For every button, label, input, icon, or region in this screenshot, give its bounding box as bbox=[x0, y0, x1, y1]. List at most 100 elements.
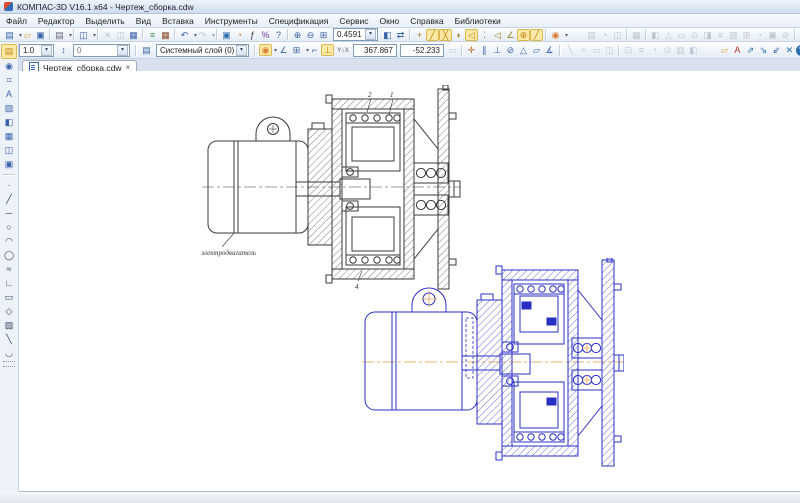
fx-icon[interactable]: ƒ bbox=[246, 29, 259, 41]
library-tool-icon-2[interactable]: ⇘ bbox=[757, 44, 770, 56]
chevron-down-icon[interactable]: ▾ bbox=[365, 29, 376, 40]
tangent-constraint-icon[interactable]: ⊘ bbox=[504, 44, 517, 56]
inactive-tool-icon-1[interactable]: ▤ bbox=[585, 29, 598, 41]
snap-grid-icon[interactable]: ⁚ bbox=[478, 29, 491, 41]
inactive-param-icon-10[interactable]: ◧ bbox=[687, 44, 700, 56]
copy-icon[interactable]: ◫ bbox=[114, 29, 127, 41]
panel-drag-handle[interactable] bbox=[3, 361, 15, 367]
inactive-tool-icon-9[interactable]: ◨ bbox=[701, 29, 714, 41]
angle-snap-icon[interactable]: ∠ bbox=[277, 44, 290, 56]
inactive-param-icon-4[interactable]: ◫ bbox=[603, 44, 616, 56]
new-document-icon[interactable]: ▤ bbox=[3, 29, 22, 42]
snap-pencil-icon[interactable]: ╱ bbox=[530, 28, 543, 41]
menu-view[interactable]: Вид bbox=[136, 16, 151, 26]
inactive-tool-icon-13[interactable]: ◔ bbox=[753, 29, 766, 41]
magnet-snaps-icon[interactable]: ◉ bbox=[259, 44, 277, 56]
parametrization-panel-icon[interactable]: ◧ bbox=[2, 116, 16, 129]
geometry-panel-icon[interactable]: ◉ bbox=[2, 60, 16, 73]
chevron-down-icon[interactable]: ▾ bbox=[236, 44, 247, 56]
inactive-tool-icon-10[interactable]: ≡ bbox=[714, 29, 727, 41]
library-tool-icon-1[interactable]: ⇗ bbox=[744, 44, 757, 56]
inactive-tool-icon-2[interactable]: ◔ bbox=[598, 29, 611, 41]
open-document-icon[interactable]: ▱ bbox=[21, 29, 34, 41]
inactive-tool-icon-7[interactable]: ▭ bbox=[675, 29, 688, 41]
string-value-combo[interactable]: 0 ▾ bbox=[73, 43, 130, 57]
layer-combo[interactable]: Системный слой (0) ▾ bbox=[156, 43, 249, 57]
previous-view-icon[interactable]: ⇄ bbox=[394, 29, 407, 41]
paste-icon[interactable]: ▦ bbox=[127, 29, 140, 41]
x-coordinate-field[interactable]: 367.867 bbox=[352, 43, 397, 57]
chevron-down-icon[interactable]: ▾ bbox=[41, 44, 52, 56]
align-points-icon[interactable]: ✛ bbox=[465, 44, 478, 56]
document-manager-icon[interactable]: ▣ bbox=[220, 29, 233, 41]
menu-insert[interactable]: Вставка bbox=[162, 16, 194, 26]
library-a-icon[interactable]: A bbox=[731, 44, 744, 56]
menu-window[interactable]: Окно bbox=[380, 16, 400, 26]
fillet-tool-icon[interactable]: ◡ bbox=[2, 347, 16, 360]
inactive-tool-icon-11[interactable]: ▥ bbox=[727, 29, 740, 41]
zoom-area-icon[interactable]: ⊞ bbox=[317, 29, 330, 41]
context-help-icon[interactable]: ? bbox=[272, 29, 285, 41]
inactive-tool-icon-5[interactable]: ◧ bbox=[649, 29, 662, 41]
layers-icon[interactable]: ▤ bbox=[140, 44, 153, 56]
menu-specification[interactable]: Спецификация bbox=[269, 16, 329, 26]
perpendicular-constraint-icon[interactable]: ⊥ bbox=[491, 44, 504, 56]
hatch-tool-icon[interactable]: ▨ bbox=[2, 319, 16, 332]
inactive-param-icon-7[interactable]: ◔ bbox=[648, 44, 661, 56]
library-manager-icon[interactable]: ▱ bbox=[718, 44, 731, 56]
snaps-magnet-icon[interactable]: ◉ bbox=[549, 29, 568, 42]
inactive-param-icon-1[interactable]: ╲ bbox=[564, 44, 577, 56]
inactive-param-icon-6[interactable]: ≡ bbox=[635, 44, 648, 56]
inactive-param-icon-2[interactable]: ≈ bbox=[577, 44, 590, 56]
menu-libraries[interactable]: Библиотеки bbox=[455, 16, 501, 26]
menu-service[interactable]: Сервис bbox=[339, 16, 368, 26]
editing-panel-icon[interactable]: ▨ bbox=[2, 102, 16, 115]
inactive-tool-icon-15[interactable]: ⊘ bbox=[779, 29, 792, 41]
snap-arc-icon[interactable]: ◗ bbox=[452, 29, 465, 41]
compact-panel-icon[interactable]: ▤ bbox=[1, 44, 17, 59]
inactive-param-icon-9[interactable]: ▥ bbox=[674, 44, 687, 56]
menu-editor[interactable]: Редактор bbox=[38, 16, 75, 26]
menu-select[interactable]: Выделить bbox=[86, 16, 125, 26]
insert-table-icon[interactable]: ▦ bbox=[159, 29, 172, 41]
angle-dimension-icon[interactable]: ∡ bbox=[543, 44, 556, 56]
library-close-icon[interactable]: ✕ bbox=[783, 44, 796, 56]
ortho-drawing-icon[interactable]: ⊥ bbox=[321, 44, 334, 56]
string-style-icon[interactable]: ↕ bbox=[57, 44, 70, 56]
snap-tangent-icon[interactable]: ◁ bbox=[491, 29, 504, 41]
grid-icon[interactable]: ⊞ bbox=[290, 44, 309, 57]
designations-panel-icon[interactable]: A bbox=[2, 88, 16, 101]
selection-panel-icon[interactable]: ◫ bbox=[2, 144, 16, 157]
aux-line-tool-icon[interactable]: ╱ bbox=[2, 193, 16, 206]
curve-tool-icon[interactable]: ≈ bbox=[2, 263, 16, 276]
triangle-constraint-icon[interactable]: △ bbox=[517, 44, 530, 56]
circle-tool-icon[interactable]: ○ bbox=[2, 221, 16, 234]
print-icon[interactable]: ▤ bbox=[53, 29, 72, 42]
snap-point-icon[interactable]: + bbox=[413, 29, 426, 41]
line-tool-icon[interactable]: ─ bbox=[2, 207, 16, 220]
undo-icon[interactable]: ↶ bbox=[178, 29, 197, 42]
cut-icon[interactable]: ✕ bbox=[101, 29, 114, 41]
arc-tool-icon[interactable]: ◠ bbox=[2, 235, 16, 248]
point-tool-icon[interactable]: · bbox=[2, 179, 16, 192]
inactive-param-icon-5[interactable]: ⊡ bbox=[622, 44, 635, 56]
zoom-scale-combo[interactable]: 0.4591 ▾ bbox=[333, 28, 378, 41]
redo-icon[interactable]: ↷ bbox=[196, 29, 215, 42]
snap-center-icon[interactable]: ⊕ bbox=[517, 28, 530, 41]
dimensions-panel-icon[interactable]: ⌗ bbox=[2, 74, 16, 87]
library-help-icon[interactable]: ? bbox=[795, 44, 800, 56]
chevron-down-icon[interactable]: ▾ bbox=[117, 44, 128, 56]
variables-icon[interactable]: % bbox=[259, 29, 272, 41]
snap-cross-icon[interactable]: ╳ bbox=[439, 28, 452, 41]
drawing-canvas[interactable]: 2 1 4 электродвигатель bbox=[18, 71, 800, 492]
inactive-param-icon-3[interactable]: ▭ bbox=[590, 44, 603, 56]
inactive-tool-icon-12[interactable]: ⊞ bbox=[740, 29, 753, 41]
y-coordinate-field[interactable]: -52.233 bbox=[399, 43, 444, 57]
inactive-tool-icon-6[interactable]: △ bbox=[662, 29, 675, 41]
collinear-constraint-icon[interactable]: ▱ bbox=[530, 44, 543, 56]
menu-file[interactable]: Файл bbox=[6, 16, 27, 26]
copy-properties-icon[interactable]: ≡ bbox=[146, 29, 159, 41]
cad-assembly-drawing[interactable] bbox=[362, 258, 624, 468]
fit-document-icon[interactable]: ◧ bbox=[381, 29, 394, 41]
library-tool-icon-3[interactable]: ⇙ bbox=[770, 44, 783, 56]
